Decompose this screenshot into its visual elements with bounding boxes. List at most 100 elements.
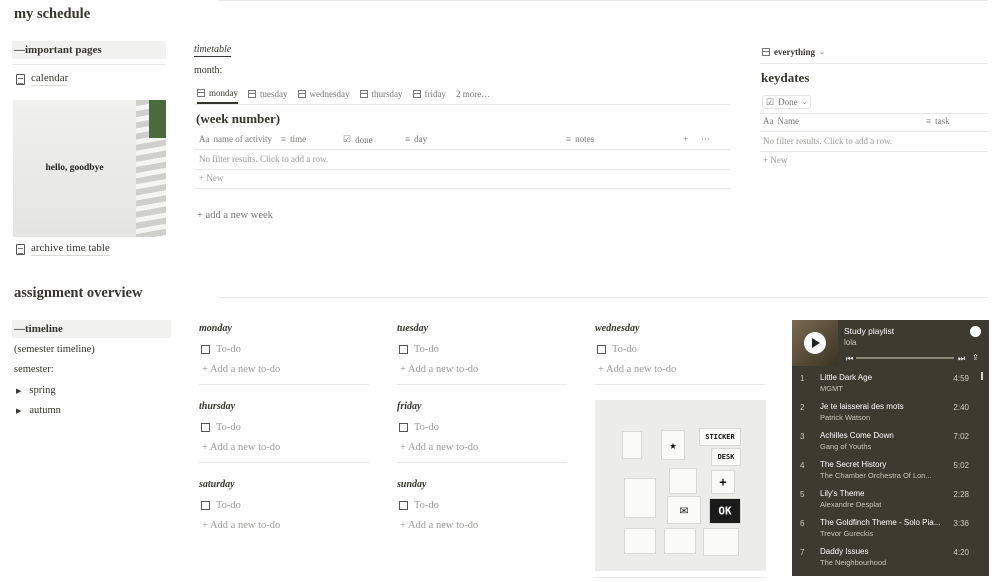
add-todo-label: Add a new to-do	[407, 442, 479, 453]
checkbox[interactable]	[399, 345, 408, 354]
add-todo-button[interactable]: + Add a new to-do	[400, 364, 478, 375]
archive-link[interactable]: archive time table	[16, 242, 110, 256]
track-row[interactable]: 1 Little Dark Age MGMT 4:59	[792, 370, 989, 399]
todo-item[interactable]: To-do	[399, 422, 439, 433]
day-sunday: sunday	[397, 479, 427, 490]
add-week-button[interactable]: + add a new week	[197, 210, 273, 221]
toggle-label: spring	[29, 385, 56, 396]
chevron-down-icon: ⌄	[801, 98, 808, 106]
new-row-button[interactable]: + New	[199, 173, 223, 183]
checkbox[interactable]	[399, 501, 408, 510]
text-prop-icon: Aa	[199, 134, 210, 144]
track-row[interactable]: 7 Daddy Issues The Neighbourhood 4:20	[792, 544, 989, 573]
add-todo-button[interactable]: + Add a new to-do	[202, 442, 280, 453]
semester-timeline: (semester timeline)	[14, 344, 95, 355]
new-label: New	[770, 155, 788, 165]
todo-item[interactable]: To-do	[201, 422, 241, 433]
previous-icon[interactable]: ⏮	[846, 354, 853, 364]
calendar-link-label: calendar	[31, 72, 69, 86]
triangle-right-icon: ▶	[16, 387, 22, 395]
todo-item[interactable]: To-do	[597, 344, 637, 355]
more-tabs[interactable]: 2 more…	[456, 89, 490, 103]
col-done[interactable]: ☑ done	[343, 134, 373, 145]
important-pages-callout: —important pages	[12, 41, 166, 59]
toggle-spring[interactable]: ▶ spring	[16, 385, 56, 398]
track-row[interactable]: 6 The Goldfinch Theme - Solo Pia... Trevor…	[792, 515, 989, 544]
next-icon[interactable]: ⏭	[958, 354, 965, 364]
track-number: 6	[800, 519, 805, 528]
col-name[interactable]: Aa Name	[763, 116, 799, 126]
toggle-autumn[interactable]: ▶ autumn	[16, 405, 61, 418]
add-property-icon[interactable]: +	[683, 134, 688, 144]
checkbox[interactable]	[201, 501, 210, 510]
track-row[interactable]: 2 Je te laisserai des mots Patrick Watson 2…	[792, 399, 989, 428]
photo-caption: hello, goodbye	[45, 163, 104, 173]
col-label: Name	[777, 116, 800, 126]
todo-item[interactable]: To-do	[399, 500, 439, 511]
stickers-photo: ★ STICKER DESK + ✉ OK	[595, 400, 766, 571]
share-icon[interactable]: ⇪	[972, 353, 979, 362]
tab-tuesday[interactable]: tuesday	[248, 89, 288, 103]
col-label: name of activity	[213, 134, 272, 144]
text-prop-icon: Aa	[763, 116, 774, 126]
table-icon	[412, 90, 421, 98]
timetable-title: timetable	[194, 44, 232, 57]
tab-wednesday[interactable]: wednesday	[297, 89, 350, 103]
track-artist: Patrick Watson	[820, 413, 871, 422]
track-number: 5	[800, 490, 805, 499]
new-row-button[interactable]: + New	[763, 155, 787, 165]
col-task[interactable]: ≡ task	[926, 116, 950, 126]
track-title: Je te laisserai des mots	[820, 402, 904, 411]
add-todo-button[interactable]: + Add a new to-do	[598, 364, 676, 375]
track-title: Lily's Theme	[820, 489, 865, 498]
tab-monday[interactable]: monday	[197, 88, 238, 104]
done-filter[interactable]: ☑ Done ⌄	[762, 95, 812, 109]
checkbox[interactable]	[201, 345, 210, 354]
track-duration: 7:02	[953, 432, 969, 441]
todo-label: To-do	[216, 500, 241, 511]
add-todo-button[interactable]: + Add a new to-do	[400, 442, 478, 453]
todo-label: To-do	[414, 422, 439, 433]
toggle-label: autumn	[29, 405, 61, 416]
tab-friday[interactable]: friday	[412, 89, 446, 103]
add-todo-button[interactable]: + Add a new to-do	[202, 364, 280, 375]
day-friday: friday	[397, 401, 422, 412]
ok-label: OK	[718, 504, 732, 518]
track-artist: Trevor Gureckis	[820, 529, 874, 538]
track-row[interactable]: 4 The Secret History The Chamber Orchestra…	[792, 457, 989, 486]
track-duration: 5:02	[953, 461, 969, 470]
col-notes[interactable]: ≡ notes	[566, 134, 594, 144]
track-row[interactable]: 5 Lily's Theme Alexandre Desplat 2:28	[792, 486, 989, 515]
timeline-callout: —timeline	[12, 320, 171, 338]
checkbox[interactable]	[597, 345, 606, 354]
list-icon: ≡	[405, 134, 411, 144]
month-label: month:	[194, 65, 223, 76]
todo-item[interactable]: To-do	[399, 344, 439, 355]
spotify-icon[interactable]	[970, 326, 981, 337]
play-button[interactable]	[804, 332, 826, 354]
todo-item[interactable]: To-do	[201, 500, 241, 511]
view-selector[interactable]: everything ⌄	[762, 47, 825, 57]
add-todo-button[interactable]: + Add a new to-do	[202, 520, 280, 531]
checkbox-prop-icon: ☑	[766, 96, 775, 107]
track-number: 3	[800, 432, 805, 441]
tab-thursday[interactable]: thursday	[359, 89, 403, 103]
add-todo-button[interactable]: + Add a new to-do	[400, 520, 478, 531]
day-thursday: thursday	[199, 401, 236, 412]
todo-item[interactable]: To-do	[201, 344, 241, 355]
sticker-label: STICKER	[705, 433, 735, 441]
calendar-link[interactable]: calendar	[16, 72, 69, 86]
desk-label: DESK	[717, 453, 735, 461]
checkbox[interactable]	[399, 423, 408, 432]
track-title: Little Dark Age	[820, 373, 873, 382]
col-day[interactable]: ≡ day	[405, 134, 427, 144]
semester-label: semester:	[14, 364, 54, 375]
col-name-of-activity[interactable]: Aa name of activity	[199, 134, 272, 144]
col-time[interactable]: ≡ time	[281, 134, 306, 144]
track-number: 2	[800, 403, 805, 412]
more-options-icon[interactable]: ···	[701, 134, 710, 144]
track-artist: MGMT	[820, 384, 843, 393]
track-row[interactable]: 3 Achilles Come Down Gang of Youths 7:02	[792, 428, 989, 457]
progress-bar[interactable]	[856, 357, 954, 359]
checkbox[interactable]	[201, 423, 210, 432]
